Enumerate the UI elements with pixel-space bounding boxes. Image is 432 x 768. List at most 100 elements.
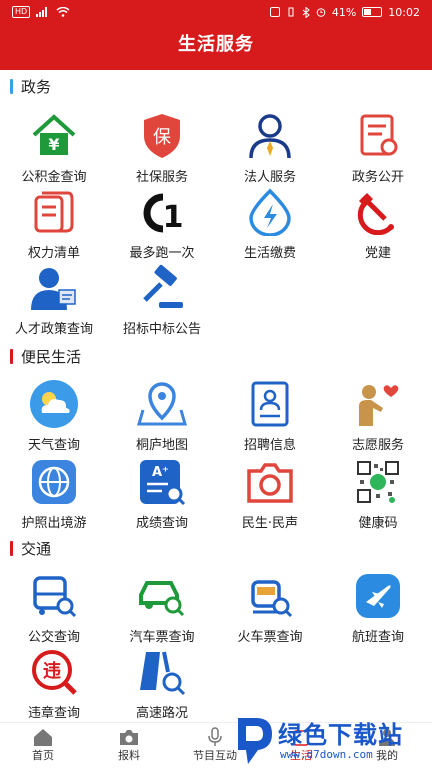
status-bar: HD 41% 10:02	[0, 0, 432, 24]
globe-icon	[26, 456, 82, 508]
tab-report[interactable]: 报料	[86, 727, 172, 763]
service-talent-policy[interactable]: 人才政策查询	[0, 262, 108, 337]
vibrate-icon	[288, 7, 294, 17]
service-passport-travel[interactable]: 护照出境游	[0, 456, 108, 531]
camera-icon	[120, 730, 138, 745]
bus-search-icon	[26, 570, 82, 622]
service-coach-ticket[interactable]: 汽车票查询	[108, 570, 216, 645]
service-label: 公积金查询	[21, 170, 87, 185]
list-scroll-icon	[26, 186, 82, 238]
service-score-query[interactable]: A⁺ 成绩查询	[108, 456, 216, 531]
section-title: 便民生活	[21, 348, 82, 366]
svg-text:¥: ¥	[48, 135, 59, 154]
battery-icon	[362, 7, 383, 17]
service-label: 违章查询	[27, 706, 80, 721]
road-search-icon	[134, 646, 190, 698]
map-pin-icon	[134, 378, 190, 430]
watermark: 绿色下载站 www.d7down.com	[232, 712, 432, 768]
watermark-logo-icon	[238, 718, 272, 764]
service-party-building[interactable]: 党建	[324, 186, 432, 261]
svg-text:1: 1	[163, 200, 184, 235]
section-header-life: 便民生活	[10, 346, 81, 367]
score-search-icon: A⁺	[134, 456, 190, 508]
document-check-icon	[350, 110, 406, 162]
service-label: 桐庐地图	[135, 438, 188, 453]
house-yuan-icon: ¥	[26, 110, 82, 162]
service-bidding-notice[interactable]: 招标中标公告	[108, 262, 216, 337]
service-legal-person[interactable]: 法人服务	[216, 110, 324, 185]
service-housing-fund[interactable]: ¥ 公积金查询	[0, 110, 108, 185]
section-accent-bar	[10, 349, 13, 364]
service-utility-payment[interactable]: 生活缴费	[216, 186, 324, 261]
shield-bao-icon: 保	[134, 110, 190, 162]
service-label: 汽车票查询	[129, 630, 195, 645]
tab-home[interactable]: 首页	[0, 727, 86, 763]
app-screen: HD 41% 10:02 生活服务 政务 ¥ 公积金查询 保 社保服务 法人服务…	[0, 0, 432, 768]
signal-icon	[36, 7, 48, 17]
section-title: 交通	[21, 540, 52, 558]
service-label: 党建	[364, 246, 391, 261]
svg-text:保: 保	[153, 127, 171, 148]
section-title: 政务	[21, 78, 52, 96]
run-once-icon: 1	[134, 186, 190, 238]
wifi-icon	[56, 7, 70, 17]
service-label: 成绩查询	[135, 516, 188, 531]
car-search-icon	[134, 570, 190, 622]
service-label: 生活缴费	[243, 246, 296, 261]
section-header-gov: 政务	[10, 76, 51, 97]
lightning-drop-icon	[242, 186, 298, 238]
service-train-ticket[interactable]: 火车票查询	[216, 570, 324, 645]
service-label: 政务公开	[351, 170, 404, 185]
service-violation-query[interactable]: 违 违章查询	[0, 646, 108, 721]
bluetooth-icon	[302, 6, 310, 18]
section-accent-bar	[10, 79, 13, 94]
service-volunteer[interactable]: 志愿服务	[324, 378, 432, 453]
service-label: 最多跑一次	[129, 246, 195, 261]
service-label: 健康码	[358, 516, 398, 531]
volunteer-heart-icon	[350, 378, 406, 430]
service-highway-traffic[interactable]: 高速路况	[108, 646, 216, 721]
section-accent-bar	[10, 541, 13, 556]
service-label: 天气查询	[27, 438, 80, 453]
tab-label: 首页	[32, 749, 54, 762]
service-flight-query[interactable]: 航班查询	[324, 570, 432, 645]
service-social-security[interactable]: 保 社保服务	[108, 110, 216, 185]
app-header: HD 41% 10:02 生活服务	[0, 0, 432, 70]
service-label: 法人服务	[243, 170, 296, 185]
service-label: 社保服务	[135, 170, 188, 185]
service-bus-query[interactable]: 公交查询	[0, 570, 108, 645]
nfc-icon	[269, 7, 280, 17]
service-label: 航班查询	[351, 630, 404, 645]
service-power-list[interactable]: 权力清单	[0, 186, 108, 261]
violation-search-icon: 违	[26, 646, 82, 698]
hammer-sickle-icon	[350, 186, 406, 238]
service-gov-public[interactable]: 政务公开	[324, 110, 432, 185]
recruit-resume-icon	[242, 378, 298, 430]
service-recruitment[interactable]: 招聘信息	[216, 378, 324, 453]
service-label: 民生·民声	[241, 516, 299, 531]
service-label: 公交查询	[27, 630, 80, 645]
qr-code-icon	[350, 456, 406, 508]
service-health-code[interactable]: 健康码	[324, 456, 432, 531]
tab-label: 报料	[118, 749, 140, 762]
service-label: 火车票查询	[237, 630, 303, 645]
page-title: 生活服务	[178, 34, 254, 55]
section-header-traffic: 交通	[10, 538, 51, 559]
watermark-url: www.d7down.com	[280, 748, 373, 761]
battery-percent: 41%	[331, 5, 357, 19]
service-run-once[interactable]: 1 最多跑一次	[108, 186, 216, 261]
service-tonglu-map[interactable]: 桐庐地图	[108, 378, 216, 453]
service-label: 高速路况	[135, 706, 188, 721]
camera-icon	[242, 456, 298, 508]
clock-time: 10:02	[388, 5, 420, 19]
microphone-icon	[208, 727, 222, 746]
service-label: 人才政策查询	[14, 322, 93, 337]
service-citizen-voice[interactable]: 民生·民声	[216, 456, 324, 531]
person-tie-icon	[242, 110, 298, 162]
service-label: 权力清单	[27, 246, 80, 261]
airplane-icon	[350, 570, 406, 622]
talent-person-icon	[26, 262, 82, 314]
tab-label: 节目互动	[193, 749, 237, 762]
train-search-icon	[242, 570, 298, 622]
service-weather[interactable]: 天气查询	[0, 378, 108, 453]
